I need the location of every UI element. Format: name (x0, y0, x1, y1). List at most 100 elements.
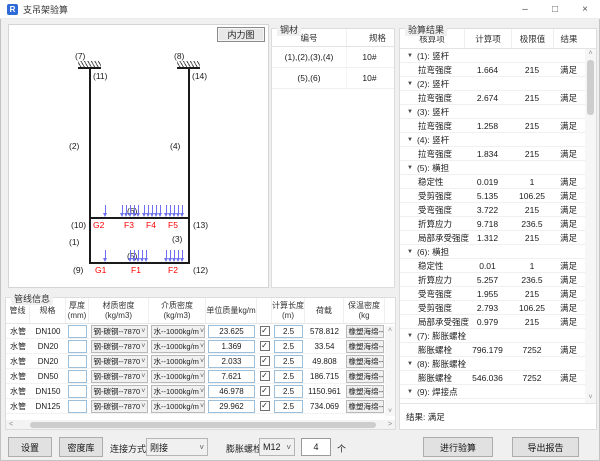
thickness-input[interactable] (68, 370, 87, 383)
export-report-button[interactable]: 导出报告 (512, 437, 579, 457)
results-group-row[interactable]: ▼(3): 竖杆 (400, 105, 585, 119)
diagram-beam-line (89, 217, 190, 219)
scroll-up-icon[interactable]: ˄ (385, 326, 395, 335)
tree-collapse-icon[interactable]: ▼ (407, 165, 413, 171)
medium-density-select[interactable]: 水--1000kg/m˅ (151, 355, 205, 368)
pipe-line-cell: 水管 (6, 384, 30, 398)
maximize-button[interactable]: □ (540, 0, 570, 18)
unit-mass-checkbox[interactable]: ✓ (260, 341, 270, 351)
results-group-row[interactable]: ▼ (2): 竖杆 (400, 77, 585, 91)
tree-collapse-icon[interactable]: ▼ (407, 137, 413, 143)
calc-length-input[interactable]: 2.5 (274, 400, 303, 413)
unit-mass-checkbox[interactable]: ✓ (260, 386, 270, 396)
pipes-horizontal-scrollbar[interactable]: < > (6, 420, 395, 429)
pipe-load-cell: 186.715 (305, 369, 344, 383)
results-group-name: (2): 竖杆 (417, 78, 449, 90)
material-density-select[interactable]: 钢-碳钢--7870˅ (91, 355, 148, 368)
results-group-row[interactable]: ▼(8): 膨胀螺栓 (400, 357, 585, 371)
thickness-input[interactable] (68, 385, 87, 398)
tree-collapse-icon[interactable]: ▼ (407, 361, 413, 367)
unit-mass-checkbox[interactable]: ✓ (260, 356, 270, 366)
scroll-left-icon[interactable]: < (6, 421, 16, 428)
diagram-label: (9) (73, 265, 83, 275)
medium-density-select[interactable]: 水--1000kg/m˅ (151, 400, 205, 413)
insulation-density-select[interactable]: 橡塑海绵--2˅ (346, 385, 384, 398)
medium-density-select[interactable]: 水--1000kg/m˅ (151, 340, 205, 353)
results-group-row[interactable]: ▼(6): 横担 (400, 245, 585, 259)
calculated-value: 1.664 (464, 65, 511, 75)
insulation-density-select[interactable]: 橡塑海绵--2˅ (346, 370, 384, 383)
tree-collapse-icon[interactable]: ▼ (407, 81, 413, 87)
material-density-select[interactable]: 钢-碳钢--7870˅ (91, 325, 148, 338)
results-scrollbar[interactable]: ˄ ˅ (585, 49, 596, 403)
internal-force-diagram-button[interactable]: 内力图 (217, 27, 265, 42)
material-density-select[interactable]: 钢-碳钢--7870˅ (91, 385, 148, 398)
results-group-row[interactable]: ▼(9): 焊接点 (400, 385, 585, 399)
calculated-value: 2.793 (464, 303, 511, 313)
steel-table-row[interactable]: (1),(2),(3),(4)10# (272, 47, 394, 68)
results-group-row[interactable]: ▼(4): 竖杆 (400, 133, 585, 147)
results-group-row[interactable]: ▼(7): 膨胀螺栓 (400, 329, 585, 343)
tree-collapse-icon[interactable]: ▼ (407, 109, 413, 115)
calc-length-input[interactable]: 2.5 (274, 370, 303, 383)
pipes-vertical-scrollbar[interactable]: ˄ ˅ (385, 326, 395, 416)
unit-mass-input[interactable]: 2.033 (208, 355, 255, 368)
minimize-button[interactable]: – (510, 0, 540, 18)
unit-mass-checkbox[interactable]: ✓ (260, 371, 270, 381)
bolt-size-select[interactable]: M12 ˅ (259, 438, 295, 456)
unit-mass-input[interactable]: 23.625 (208, 325, 255, 338)
tree-collapse-icon[interactable]: ▼ (407, 389, 413, 395)
scrollbar-thumb[interactable] (30, 422, 376, 428)
thickness-input[interactable] (68, 340, 87, 353)
scroll-down-icon[interactable]: ˅ (385, 407, 395, 416)
tree-collapse-icon[interactable]: ▼ (407, 333, 413, 339)
density-library-button[interactable]: 密度库 (59, 437, 103, 457)
material-density-select[interactable]: 钢-碳钢--7870˅ (91, 370, 148, 383)
bolt-count-input[interactable]: 4 (301, 438, 331, 456)
material-density-select[interactable]: 钢-碳钢--7870˅ (91, 340, 148, 353)
unit-mass-checkbox[interactable]: ✓ (260, 326, 270, 336)
run-check-button[interactable]: 进行验算 (423, 437, 493, 457)
pipe-table-row: 水管DN50钢-碳钢--7870˅水--1000kg/m˅7.621✓2.518… (6, 369, 395, 384)
results-group-row[interactable]: ▼(5): 横担 (400, 161, 585, 175)
material-density-select[interactable]: 钢-碳钢--7870˅ (91, 400, 148, 413)
insulation-density-select[interactable]: 橡塑海绵--2˅ (346, 325, 384, 338)
result-status: 满足 (553, 260, 584, 272)
scroll-down-icon[interactable]: ˅ (585, 393, 596, 403)
settings-button[interactable]: 设置 (8, 437, 52, 457)
calc-length-input[interactable]: 2.5 (274, 340, 303, 353)
medium-density-select[interactable]: 水--1000kg/m˅ (151, 370, 205, 383)
results-item-row: 受剪强度2.793106.25满足 (400, 301, 585, 315)
diagram-member-line (188, 69, 190, 264)
calc-length-input[interactable]: 2.5 (274, 325, 303, 338)
unit-mass-input[interactable]: 46.978 (208, 385, 255, 398)
steel-table-row[interactable]: (5),(6)10# (272, 68, 394, 89)
tree-collapse-icon[interactable]: ▼ (407, 53, 413, 59)
unit-mass-checkbox[interactable]: ✓ (260, 401, 270, 411)
unit-mass-input[interactable]: 29.962 (208, 400, 255, 413)
medium-density-select[interactable]: 水--1000kg/m˅ (151, 325, 205, 338)
scroll-right-icon[interactable]: > (385, 421, 395, 428)
unit-mass-input[interactable]: 7.621 (208, 370, 255, 383)
calc-length-input[interactable]: 2.5 (274, 385, 303, 398)
thickness-input[interactable] (68, 355, 87, 368)
unit-mass-input[interactable]: 1.369 (208, 340, 255, 353)
insulation-density-select[interactable]: 橡塑海绵--2˅ (346, 340, 384, 353)
insulation-density-select[interactable]: 橡塑海绵--˅ (346, 355, 384, 368)
tree-collapse-icon[interactable]: ▼ (407, 249, 413, 255)
pipe-load-cell: 734.069 (305, 399, 344, 413)
scroll-up-icon[interactable]: ˄ (585, 49, 596, 59)
scrollbar-thumb[interactable] (587, 60, 594, 115)
thickness-input[interactable] (68, 400, 87, 413)
thickness-input[interactable] (68, 325, 87, 338)
insulation-density-select[interactable]: 橡塑海绵--2˅ (346, 400, 384, 413)
limit-value: 1 (511, 177, 553, 187)
pipe-spec-cell: DN150 (30, 384, 66, 398)
medium-density-select[interactable]: 水--1000kg/m˅ (151, 385, 205, 398)
app-icon: R (7, 4, 18, 15)
calc-length-input[interactable]: 2.5 (274, 355, 303, 368)
pipe-table-row: 水管DN20钢-碳钢--7870˅水--1000kg/m˅1.369✓2.533… (6, 339, 395, 354)
results-group-row[interactable]: ▼(1): 竖杆 (400, 49, 585, 63)
connection-method-select[interactable]: 刚接 ˅ (146, 438, 208, 456)
close-button[interactable]: × (570, 0, 600, 18)
